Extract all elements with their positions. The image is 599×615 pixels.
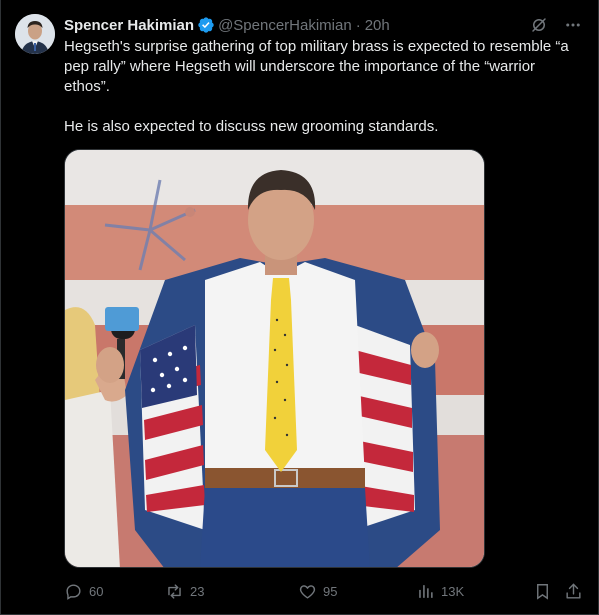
- like-button[interactable]: 95: [298, 580, 337, 602]
- author-display-name[interactable]: Spencer Hakimian: [64, 17, 194, 34]
- views-button[interactable]: 13K: [416, 580, 464, 602]
- more-dots-icon[interactable]: [562, 14, 584, 36]
- avatar[interactable]: [15, 14, 55, 54]
- repost-icon: [168, 583, 181, 599]
- views-chart-icon: [419, 584, 433, 598]
- bookmark-icon: [537, 583, 548, 600]
- separator-dot: ·: [355, 16, 361, 34]
- author-handle[interactable]: @SpencerHakimian: [218, 17, 352, 34]
- action-bar: 60 23 95 13K: [64, 580, 584, 602]
- share-button[interactable]: [564, 580, 583, 602]
- tweet-timestamp[interactable]: 20h: [365, 17, 390, 34]
- heart-icon: [299, 584, 316, 599]
- tweet-card[interactable]: Spencer Hakimian @SpencerHakimian · 20h: [0, 0, 599, 615]
- like-count: 95: [323, 583, 338, 599]
- repost-button[interactable]: 23: [165, 580, 204, 602]
- tweet-paragraph-2: He is also expected to discuss new groom…: [64, 118, 439, 135]
- repost-count: 23: [190, 583, 205, 599]
- grok-icon[interactable]: [528, 14, 550, 36]
- reply-button[interactable]: 60: [64, 580, 103, 602]
- view-count: 13K: [441, 583, 465, 599]
- verified-badge-icon: [197, 16, 215, 34]
- tweet-text: Hegseth's surprise gathering of top mili…: [64, 37, 584, 137]
- reply-icon: [66, 583, 81, 600]
- share-icon: [566, 583, 581, 599]
- tweet-header: Spencer Hakimian @SpencerHakimian · 20h: [64, 14, 584, 36]
- reply-count: 60: [89, 583, 104, 599]
- tweet-paragraph-1: Hegseth's surprise gathering of top mili…: [64, 38, 569, 95]
- tweet-photo[interactable]: [64, 149, 485, 568]
- bookmark-button[interactable]: [533, 580, 552, 602]
